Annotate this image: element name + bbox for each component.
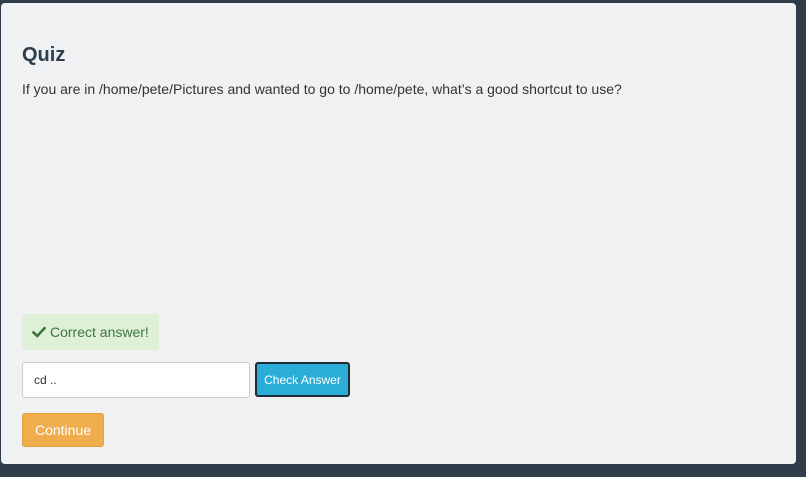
check-answer-button[interactable]: Check Answer xyxy=(255,362,350,397)
quiz-card: Quiz If you are in /home/pete/Pictures a… xyxy=(1,3,796,464)
quiz-question: If you are in /home/pete/Pictures and wa… xyxy=(22,81,622,97)
answer-feedback-alert: Correct answer! xyxy=(22,314,159,350)
quiz-title: Quiz xyxy=(22,44,66,66)
answer-input[interactable] xyxy=(22,362,250,398)
check-icon xyxy=(32,326,46,338)
continue-button[interactable]: Continue xyxy=(22,413,104,447)
feedback-text: Correct answer! xyxy=(50,324,149,340)
